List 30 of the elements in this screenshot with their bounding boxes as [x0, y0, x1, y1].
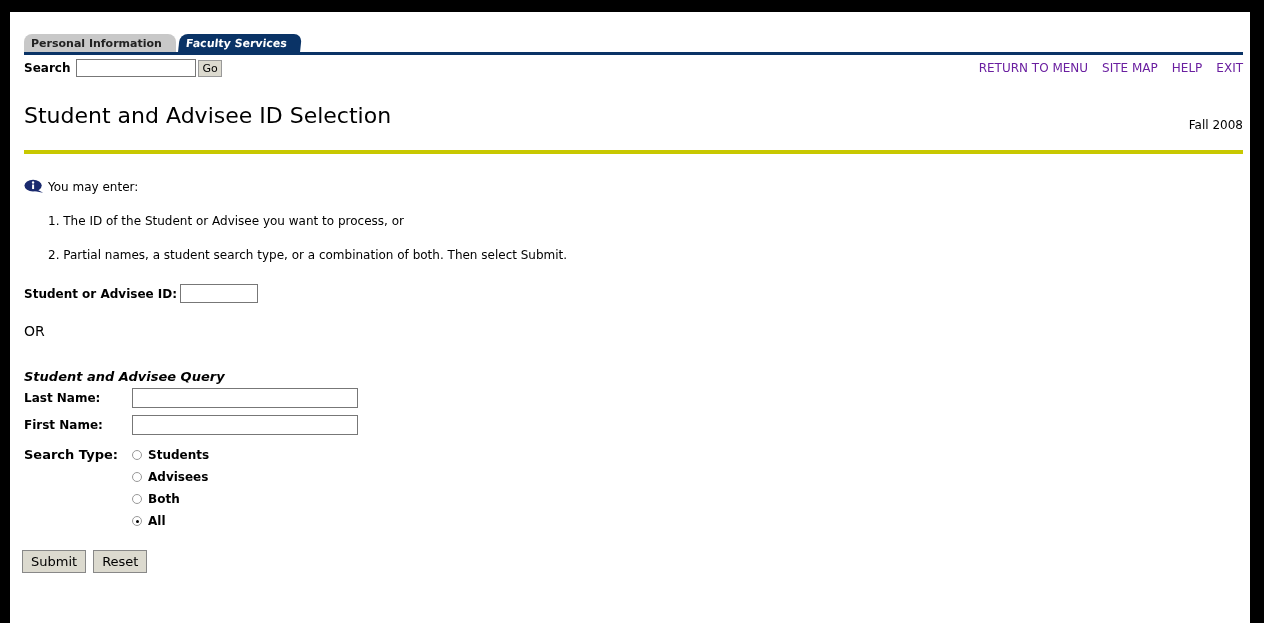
form-button[interactable]: Submit — [22, 550, 87, 573]
tab[interactable]: Personal Information — [24, 34, 176, 52]
instruction-text: 1. The ID of the Student or Advisee you want to process, or — [48, 214, 405, 228]
radio-label: All — [148, 514, 166, 528]
search-label: Search — [24, 61, 71, 75]
field-label: Search Type: — [24, 447, 118, 462]
radio-label: Both — [148, 492, 180, 506]
field-label: First Name: — [24, 418, 103, 432]
page-title: Student and Advisee ID Selection — [24, 103, 392, 128]
go-button[interactable]: Go — [198, 59, 222, 77]
radio-label: Students — [148, 448, 210, 462]
nav-link[interactable]: RETURN TO MENU — [978, 61, 1089, 75]
field-label: Last Name: — [24, 391, 101, 405]
section-heading: Student and Advisee Query — [24, 369, 226, 384]
form-button[interactable]: Reset — [93, 550, 148, 573]
tab[interactable]: Faculty Services — [177, 34, 302, 52]
search-field[interactable] — [76, 59, 197, 77]
or-label: OR — [24, 323, 46, 339]
info-text: You may enter: — [48, 179, 139, 194]
text-field[interactable] — [132, 388, 358, 408]
field-label: Student or Advisee ID: — [24, 286, 178, 301]
text-field[interactable] — [132, 415, 358, 435]
nav-link[interactable]: EXIT — [1216, 61, 1243, 75]
term-label: Fall 2008 — [1188, 118, 1243, 132]
info-icon — [24, 179, 44, 194]
instruction-text: 2. Partial names, a student search type, or a combination of both. Then select Submit. — [48, 248, 569, 262]
id-field[interactable] — [180, 284, 259, 303]
nav-link[interactable]: HELP — [1171, 61, 1203, 75]
nav-link[interactable]: SITE MAP — [1102, 61, 1158, 75]
radio-label: Advisees — [148, 470, 209, 484]
